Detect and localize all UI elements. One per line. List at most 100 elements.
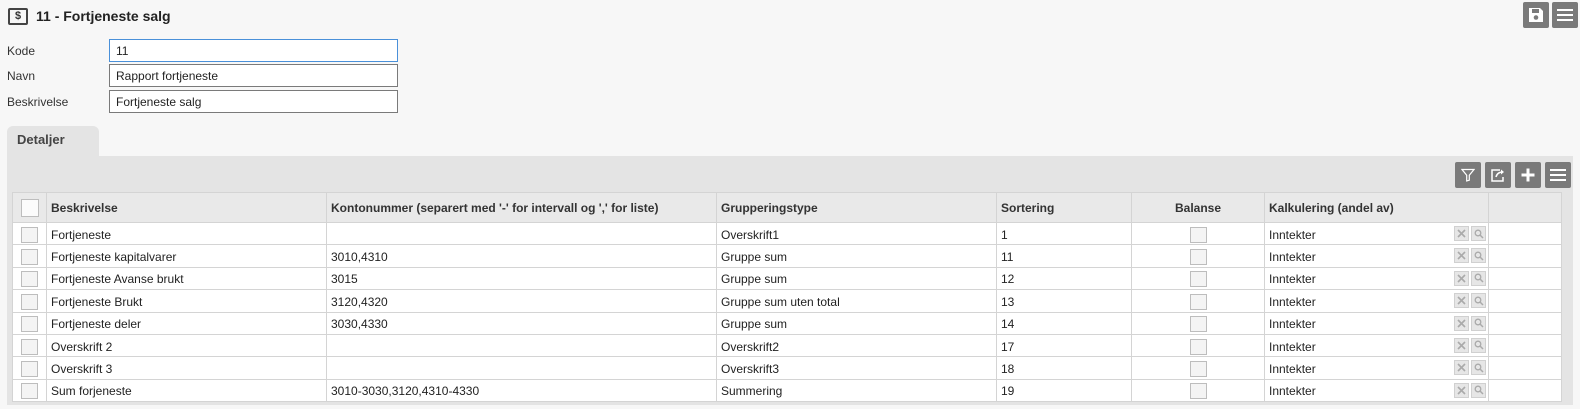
clear-button[interactable]	[1454, 382, 1469, 398]
add-row-button[interactable]	[1515, 162, 1541, 188]
cell-kalkulering[interactable]: Inntekter	[1264, 356, 1489, 380]
cell-kalkulering[interactable]: Inntekter	[1264, 266, 1489, 291]
cell-beskrivelse[interactable]: Fortjeneste Avanse brukt	[46, 266, 327, 291]
column-header-kalkulering[interactable]: Kalkulering (andel av)	[1264, 192, 1489, 223]
cell-grupperingstype[interactable]: Gruppe sum	[716, 266, 997, 291]
cell-grupperingstype[interactable]: Overskrift3	[716, 356, 997, 380]
cell-beskrivelse[interactable]: Fortjeneste	[46, 221, 327, 246]
cell-kalkulering[interactable]: Inntekter	[1264, 378, 1489, 403]
balanse-checkbox[interactable]	[1189, 383, 1207, 400]
table-row[interactable]: Fortjeneste Avanse brukt 3015 Gruppe sum 12…	[12, 266, 1562, 291]
search-button[interactable]	[1471, 293, 1486, 309]
row-select-checkbox[interactable]	[21, 338, 38, 355]
cell-kontonummer[interactable]	[326, 356, 717, 380]
cell-grupperingstype[interactable]: Overskrift2	[716, 333, 997, 358]
clear-button[interactable]	[1454, 270, 1469, 286]
cell-kontonummer[interactable]: 3120,4320	[326, 289, 717, 313]
cell-grupperingstype[interactable]: Summering	[716, 378, 997, 403]
column-header-kontonummer[interactable]: Kontonummer (separert med '-' for interv…	[326, 192, 717, 223]
balanse-checkbox[interactable]	[1189, 226, 1207, 243]
search-button[interactable]	[1471, 226, 1486, 241]
row-select-checkbox[interactable]	[21, 249, 38, 266]
balanse-checkbox[interactable]	[1189, 338, 1207, 355]
filter-button[interactable]	[1455, 162, 1481, 188]
search-button[interactable]	[1471, 270, 1486, 286]
cell-kontonummer[interactable]	[326, 333, 717, 358]
row-select-checkbox[interactable]	[21, 271, 38, 288]
row-select-checkbox[interactable]	[21, 316, 38, 333]
cell-sortering[interactable]: 1	[996, 221, 1132, 246]
clear-button[interactable]	[1454, 226, 1469, 241]
cell-sortering[interactable]: 17	[996, 333, 1132, 358]
navn-field[interactable]	[109, 64, 398, 87]
table-row[interactable]: Sum forjeneste 3010-3030,3120,4310-4330 Su…	[12, 378, 1562, 403]
column-header-beskrivelse[interactable]: Beskrivelse	[46, 192, 327, 223]
clear-button[interactable]	[1454, 248, 1469, 264]
cell-kontonummer[interactable]: 3010,4310	[326, 244, 717, 268]
column-header-grupperingstype[interactable]: Grupperingstype	[716, 192, 997, 223]
column-header-balanse[interactable]: Balanse	[1131, 192, 1265, 223]
table-row[interactable]: Fortjeneste Overskrift1 1 Inntekter	[12, 221, 1562, 246]
row-select-checkbox[interactable]	[21, 383, 38, 400]
cell-sortering[interactable]: 11	[996, 244, 1132, 268]
cell-beskrivelse[interactable]: Sum forjeneste	[46, 378, 327, 403]
cell-kalkulering[interactable]: Inntekter	[1264, 333, 1489, 358]
cell-beskrivelse[interactable]: Overskrift 3	[46, 356, 327, 380]
cell-grupperingstype[interactable]: Gruppe sum	[716, 311, 997, 335]
balanse-checkbox[interactable]	[1189, 361, 1207, 378]
column-header-sortering[interactable]: Sortering	[996, 192, 1132, 223]
cell-grupperingstype[interactable]: Gruppe sum uten total	[716, 289, 997, 313]
clear-button[interactable]	[1454, 337, 1469, 353]
clear-button[interactable]	[1454, 360, 1469, 376]
balanse-checkbox[interactable]	[1189, 293, 1207, 310]
table-row[interactable]: Overskrift 3 Overskrift3 18 Inntekter	[12, 356, 1562, 380]
search-icon	[1474, 273, 1484, 283]
cell-beskrivelse[interactable]: Overskrift 2	[46, 333, 327, 358]
cell-kalkulering[interactable]: Inntekter	[1264, 311, 1489, 335]
table-row[interactable]: Fortjeneste deler 3030,4330 Gruppe sum 14 In…	[12, 311, 1562, 335]
menu-button[interactable]	[1552, 2, 1578, 28]
clear-icon	[1457, 229, 1466, 238]
cell-grupperingstype[interactable]: Gruppe sum	[716, 244, 997, 268]
search-button[interactable]	[1471, 315, 1486, 331]
cell-beskrivelse[interactable]: Fortjeneste kapitalvarer	[46, 244, 327, 268]
cell-kontonummer[interactable]: 3010-3030,3120,4310-4330	[326, 378, 717, 403]
search-button[interactable]	[1471, 337, 1486, 353]
balanse-checkbox[interactable]	[1189, 271, 1207, 288]
cell-sortering[interactable]: 18	[996, 356, 1132, 380]
row-select-checkbox[interactable]	[21, 226, 38, 243]
table-row[interactable]: Overskrift 2 Overskrift2 17 Inntekter	[12, 333, 1562, 358]
kode-field[interactable]	[109, 39, 398, 62]
cell-sortering[interactable]: 13	[996, 289, 1132, 313]
cell-sortering[interactable]: 19	[996, 378, 1132, 403]
cell-kalkulering[interactable]: Inntekter	[1264, 289, 1489, 313]
cell-beskrivelse[interactable]: Fortjeneste deler	[46, 311, 327, 335]
select-all-checkbox[interactable]	[20, 198, 39, 217]
cell-grupperingstype[interactable]: Overskrift1	[716, 221, 997, 246]
save-button[interactable]	[1523, 2, 1549, 28]
search-button[interactable]	[1471, 360, 1486, 376]
cell-kalkulering[interactable]: Inntekter	[1264, 244, 1489, 268]
cell-beskrivelse[interactable]: Fortjeneste Brukt	[46, 289, 327, 313]
cell-kontonummer[interactable]: 3030,4330	[326, 311, 717, 335]
beskrivelse-field[interactable]	[109, 90, 398, 113]
balanse-checkbox[interactable]	[1189, 249, 1207, 266]
export-button[interactable]	[1485, 162, 1511, 188]
table-row[interactable]: Fortjeneste Brukt 3120,4320 Gruppe sum ute…	[12, 289, 1562, 313]
cell-kalkulering[interactable]: Inntekter	[1264, 221, 1489, 246]
cell-sortering[interactable]: 12	[996, 266, 1132, 291]
tab-detaljer[interactable]: Detaljer	[7, 126, 99, 157]
clear-button[interactable]	[1454, 315, 1469, 331]
row-select-checkbox[interactable]	[21, 293, 38, 310]
grid-menu-button[interactable]	[1545, 162, 1571, 188]
cell-kontonummer[interactable]	[326, 221, 717, 246]
search-button[interactable]	[1471, 248, 1486, 264]
row-select-checkbox[interactable]	[21, 361, 38, 378]
lookup-buttons	[1454, 337, 1486, 353]
clear-button[interactable]	[1454, 293, 1469, 309]
cell-kontonummer[interactable]: 3015	[326, 266, 717, 291]
balanse-checkbox[interactable]	[1189, 316, 1207, 333]
table-row[interactable]: Fortjeneste kapitalvarer 3010,4310 Gruppe …	[12, 244, 1562, 268]
cell-sortering[interactable]: 14	[996, 311, 1132, 335]
search-button[interactable]	[1471, 382, 1486, 398]
